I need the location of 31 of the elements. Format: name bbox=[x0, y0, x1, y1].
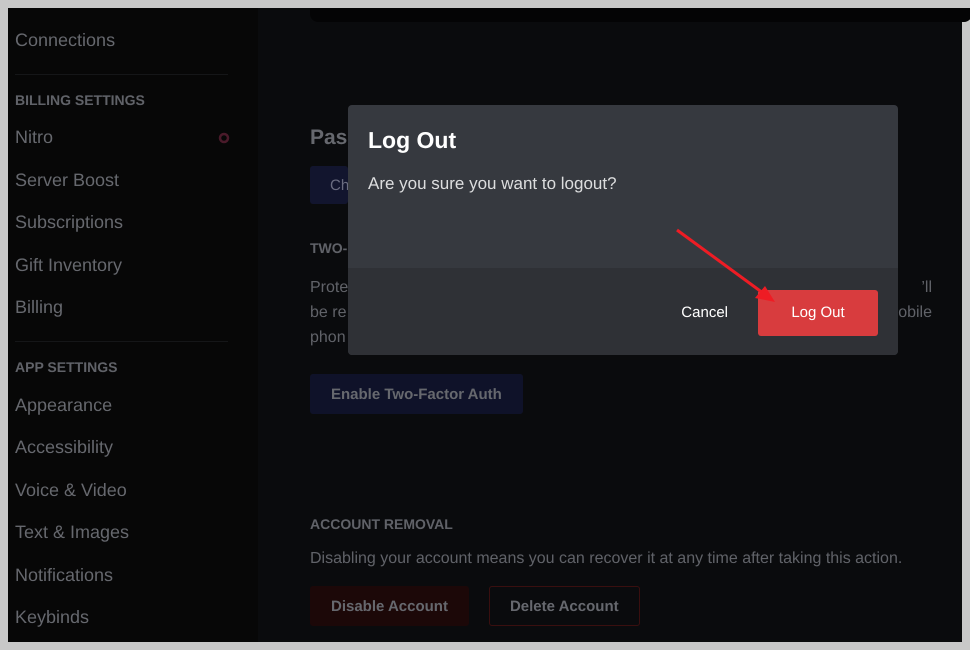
sidebar-item[interactable]: Subscriptions bbox=[15, 202, 258, 244]
sidebar-item[interactable]: Nitro bbox=[15, 116, 258, 159]
description-text: ’ll bbox=[921, 278, 932, 296]
sidebar-section-header: APP SETTINGS bbox=[15, 358, 118, 377]
sidebar-item[interactable]: Voice & Video bbox=[15, 469, 258, 512]
sidebar-item[interactable]: Appearance bbox=[15, 384, 258, 426]
enable-two-factor-button[interactable]: Enable Two-Factor Auth bbox=[310, 374, 523, 414]
sidebar-section-header: BILLING SETTINGS bbox=[15, 90, 146, 110]
description-text: Prote bbox=[310, 278, 348, 296]
dialog-title: Log Out bbox=[368, 127, 458, 154]
description-text: phon bbox=[310, 328, 346, 346]
sidebar-item[interactable]: Connections bbox=[15, 19, 258, 62]
description-text: obile bbox=[898, 304, 932, 322]
change-password-button[interactable]: Ch bbox=[310, 166, 348, 204]
section-label: TWO- bbox=[310, 240, 348, 256]
description-text: be re bbox=[310, 304, 346, 322]
section-label: ACCOUNT REMOVAL bbox=[310, 516, 453, 532]
sidebar-item[interactable]: Notifications bbox=[15, 554, 258, 596]
section-heading: Pas bbox=[310, 126, 348, 151]
sidebar-item[interactable]: Text & Images bbox=[15, 512, 258, 554]
sidebar-item[interactable]: Server Boost bbox=[15, 159, 258, 202]
dialog-message: Are you sure you want to logout? bbox=[368, 174, 618, 194]
sidebar-item[interactable]: Gift Inventory bbox=[15, 244, 258, 286]
sidebar-item[interactable]: Accessibility bbox=[15, 426, 258, 469]
cancel-button[interactable]: Cancel bbox=[659, 290, 750, 336]
description-text: Disabling your account means you can recover it at any time after taking this action. bbox=[310, 550, 904, 568]
confirm-button[interactable]: Log Out bbox=[758, 290, 878, 336]
sidebar-item[interactable]: Keybinds bbox=[15, 596, 258, 639]
account-button[interactable]: Delete Account bbox=[488, 586, 640, 626]
sidebar-item[interactable]: Billing bbox=[15, 286, 258, 329]
account-button[interactable]: Disable Account bbox=[310, 586, 469, 626]
